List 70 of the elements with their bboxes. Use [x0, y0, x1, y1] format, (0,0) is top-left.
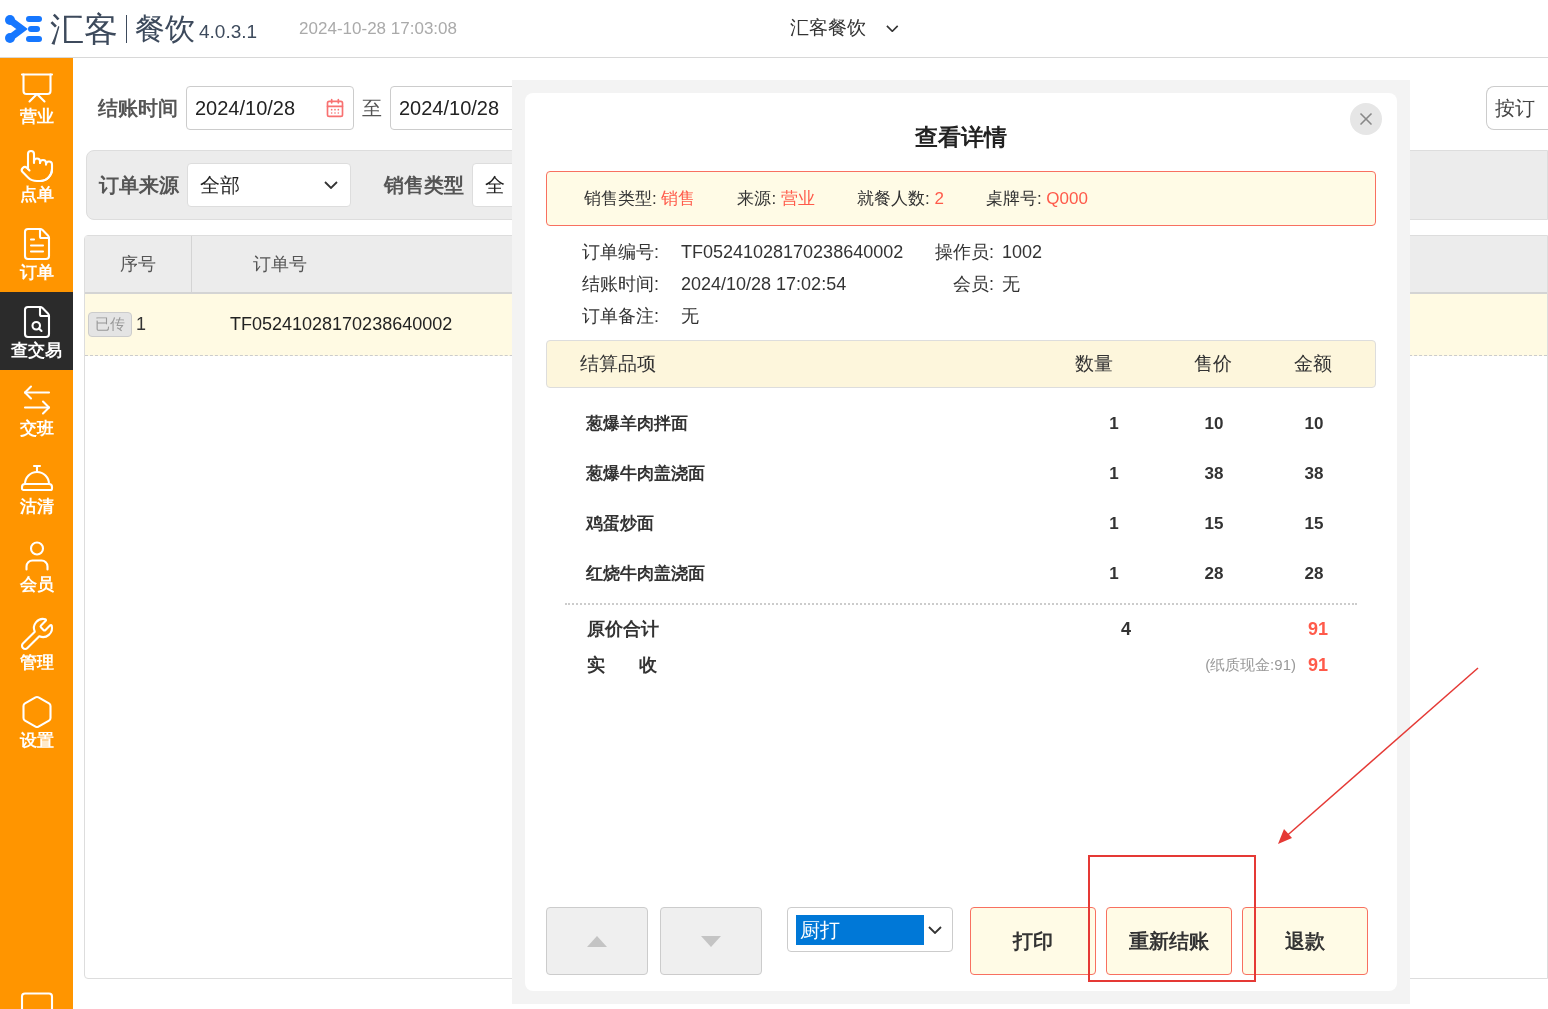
- detail-value: TF05241028170238640002: [681, 240, 905, 264]
- action-button[interactable]: 退款: [1242, 907, 1368, 975]
- logo-text: 汇客: [50, 11, 118, 46]
- item-amount: 38: [1303, 463, 1325, 486]
- total-quantity: 4: [1120, 617, 1132, 641]
- product-name: 餐饮: [135, 13, 195, 44]
- up-triangle-icon: [587, 935, 607, 947]
- detail-label: 结账时间:: [582, 272, 660, 296]
- version-label: 4.0.3.1: [199, 20, 258, 45]
- store-selector[interactable]: 汇客餐饮: [789, 14, 899, 43]
- table-cell-text: 1: [136, 313, 146, 336]
- source-select[interactable]: 全部: [187, 163, 351, 207]
- close-button[interactable]: [1350, 103, 1382, 135]
- item-price: 15: [1203, 513, 1225, 536]
- datetime-label: 2024-10-28 17:03:08: [299, 17, 457, 40]
- action-button[interactable]: 打印: [970, 907, 1096, 975]
- item-quantity: 1: [1108, 563, 1120, 586]
- item-quantity: 1: [1108, 513, 1120, 536]
- detail-value: 无: [681, 304, 700, 328]
- wrench-icon: [18, 615, 55, 652]
- received-label: 实收: [586, 653, 693, 677]
- payment-note: (纸质现金:91): [1205, 654, 1296, 675]
- detail-value: 2024/10/28 17:02:54: [681, 272, 848, 296]
- total-label: 原价合计: [586, 617, 660, 641]
- detail-value: 无: [1002, 272, 1020, 296]
- item-amount: 28: [1303, 563, 1325, 586]
- item-quantity: 1: [1108, 463, 1120, 486]
- tap-icon: [18, 147, 55, 184]
- calendar-icon: [325, 98, 345, 118]
- detail-value: 1002: [1002, 240, 1043, 264]
- summary-field: 就餐人数: 2: [856, 185, 944, 212]
- column-header: 序号: [85, 236, 192, 292]
- logo-icon: [4, 13, 42, 44]
- chevron-icon: [324, 181, 338, 189]
- filter-label: 销售类型: [384, 173, 464, 198]
- summary-field: 来源: 营业: [737, 185, 815, 212]
- item-price: 38: [1203, 463, 1225, 486]
- sort-button[interactable]: 按订: [1486, 86, 1548, 130]
- down-triangle-icon: [701, 935, 721, 947]
- total-amount: 91: [1306, 617, 1329, 641]
- item-price: 10: [1203, 413, 1225, 436]
- item-name: 葱爆牛肉盖浇面: [585, 463, 706, 486]
- item-name: 红烧牛肉盖浇面: [585, 563, 706, 586]
- filter-label: 结账时间: [98, 96, 178, 121]
- printer-select[interactable]: 厨打: [787, 907, 953, 952]
- action-button[interactable]: 重新结账: [1106, 907, 1232, 975]
- detail-label: 操作员:: [934, 240, 994, 264]
- item-amount: 15: [1303, 513, 1325, 536]
- detail-label: 订单编号:: [582, 240, 660, 264]
- detail-label: 会员:: [952, 272, 994, 296]
- summary-field: 桌牌号: Q000: [985, 185, 1088, 212]
- item-amount: 10: [1303, 413, 1325, 436]
- sidebar-item[interactable]: 查交易: [0, 292, 73, 370]
- received-amount: 91: [1307, 653, 1329, 677]
- items-header: 结算品项 数量 售价 金额: [546, 340, 1376, 388]
- upload-status-tag: 已传: [88, 312, 132, 337]
- item-quantity: 1: [1108, 413, 1120, 436]
- filter-label: 订单来源: [99, 173, 179, 198]
- column-header: 订单号: [251, 252, 308, 276]
- detail-label: 订单备注:: [582, 304, 660, 328]
- table-cell-text: TF05241028170238640002: [230, 313, 453, 336]
- range-separator: 至: [362, 96, 382, 121]
- summary-field: 销售类型: 销售: [584, 185, 696, 212]
- chevron-icon: [885, 24, 899, 33]
- item-price: 28: [1203, 563, 1225, 586]
- item-name: 葱爆羊肉拌面: [585, 413, 689, 436]
- date-field[interactable]: 2024/10/28: [186, 86, 354, 130]
- dialog-title: 查看详情: [915, 123, 1007, 152]
- item-name: 鸡蛋炒面: [584, 513, 655, 536]
- chevron-icon: [928, 925, 942, 934]
